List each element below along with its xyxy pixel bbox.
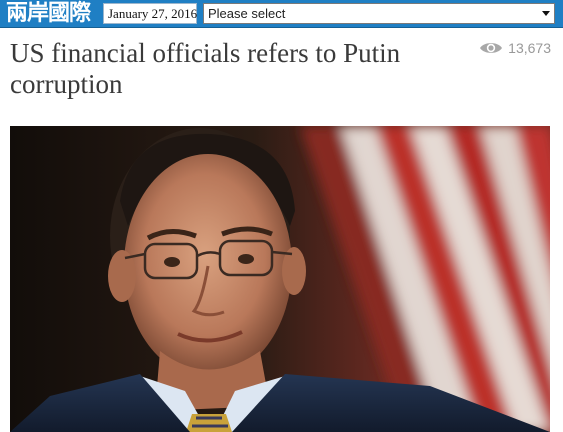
site-logo[interactable]: 兩岸國際 (6, 1, 91, 27)
article-image (10, 126, 550, 432)
top-bar: 兩岸國際 January 27, 2016 Please select (0, 0, 563, 28)
view-count: 13,673 (479, 38, 551, 58)
article-photo (10, 126, 550, 432)
article-title: US financial officials refers to Putin c… (10, 38, 401, 99)
eye-icon (480, 43, 503, 53)
chevron-down-icon (542, 11, 550, 16)
section-select-value: Please select (208, 6, 286, 21)
date-display: January 27, 2016 (103, 3, 197, 24)
view-count-value: 13,673 (508, 40, 551, 56)
section-select[interactable]: Please select (203, 3, 555, 24)
